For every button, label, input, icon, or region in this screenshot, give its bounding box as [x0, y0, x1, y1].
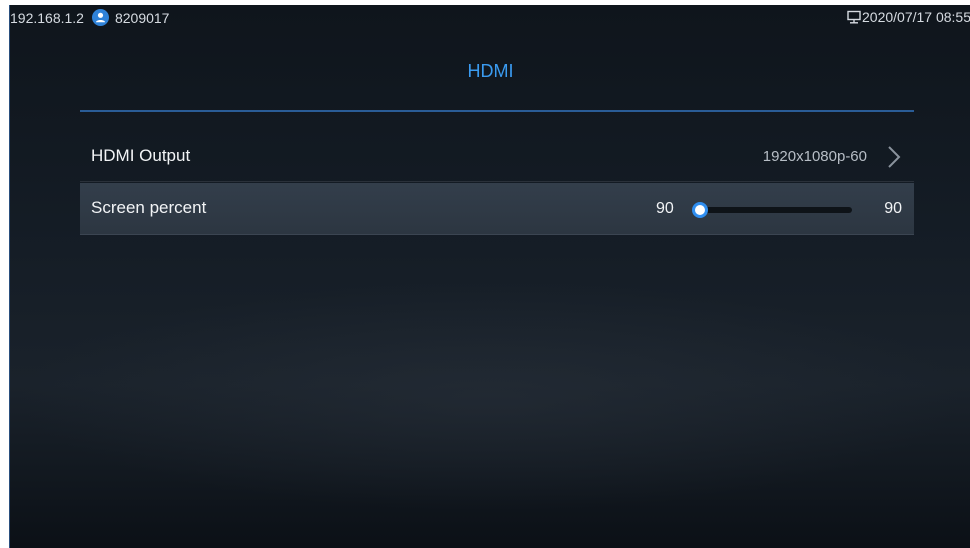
datetime: 2020/07/17 08:55: [862, 9, 970, 25]
slider-min-value: 90: [656, 200, 674, 217]
page-title: HDMI: [467, 61, 514, 81]
hdmi-output-value: 1920x1080p-60: [762, 148, 867, 165]
slider-track[interactable]: [692, 207, 852, 213]
account-number: 8209017: [114, 9, 170, 26]
slider-thumb[interactable]: [692, 202, 708, 218]
status-left: 192.168.1.2 8209017: [10, 9, 169, 26]
monitor-icon: [847, 10, 861, 24]
row-divider: [80, 181, 914, 182]
ip-address: 192.168.1.2: [10, 9, 84, 26]
chevron-right-icon: [887, 145, 901, 169]
title-divider: [80, 110, 914, 112]
slider-max-value: 90: [884, 200, 902, 217]
hdmi-output-row[interactable]: HDMI Output 1920x1080p-60: [80, 131, 914, 183]
hdmi-output-label: HDMI Output: [91, 146, 191, 165]
screen-percent-label: Screen percent: [91, 198, 207, 217]
screen: 192.168.1.2 8209017 2020/07/17 08:55 HDM…: [9, 5, 970, 548]
screen-percent-row[interactable]: Screen percent 90 90: [80, 183, 914, 235]
user-icon: [91, 9, 109, 26]
row-divider: [80, 234, 914, 235]
status-bar: 192.168.1.2 8209017 2020/07/17 08:55: [10, 5, 970, 33]
status-right: 2020/07/17 08:55: [847, 9, 970, 25]
